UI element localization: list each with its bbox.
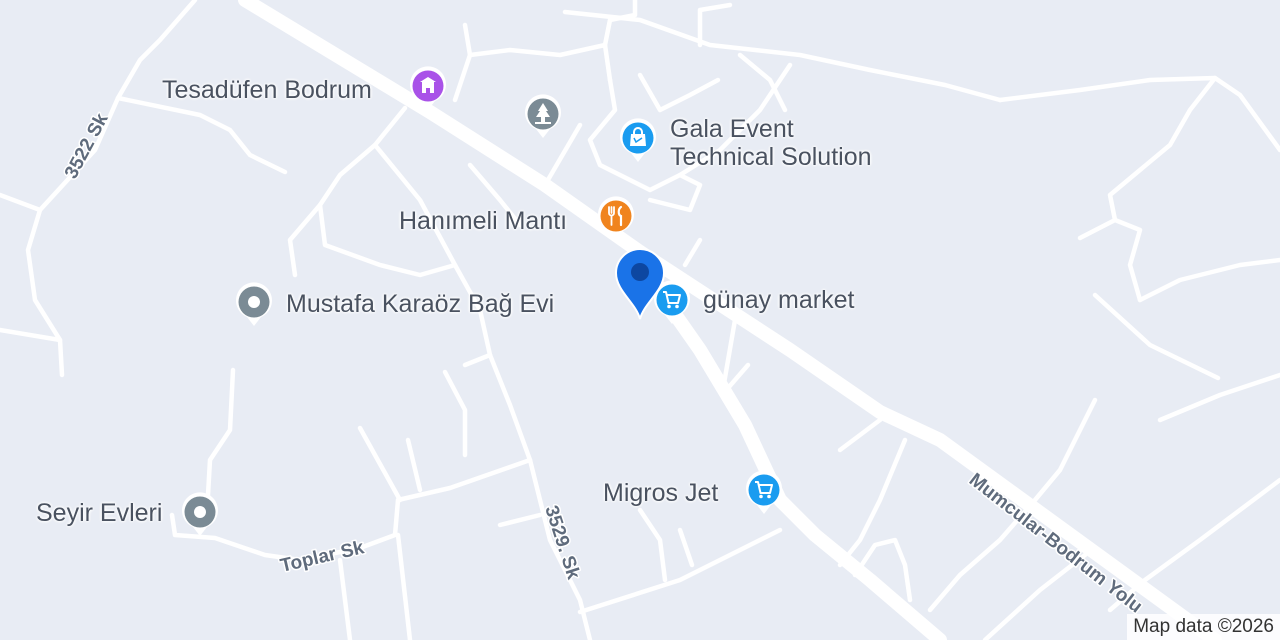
minor-road <box>997 75 1280 153</box>
minor-road <box>442 369 468 458</box>
minor-road <box>0 327 63 343</box>
poi-label-gala-line2[interactable]: Technical Solution <box>670 143 872 171</box>
minor-road <box>287 105 408 278</box>
minor-road <box>0 192 43 213</box>
tree-icon <box>525 94 561 138</box>
minor-road <box>1092 292 1221 381</box>
minor-road <box>697 2 733 48</box>
minor-road <box>602 0 638 48</box>
poi-label-gunay[interactable]: günay market <box>703 286 854 314</box>
minor-road <box>1107 477 1280 613</box>
minor-road <box>682 237 703 268</box>
minor-road <box>337 557 353 640</box>
poi-label-mustafa[interactable]: Mustafa Karaöz Bağ Evi <box>286 290 554 318</box>
poi-marker-seyir[interactable] <box>180 490 220 538</box>
poi-marker-tesadufen[interactable] <box>408 64 448 112</box>
minor-road <box>357 425 403 503</box>
minor-road <box>647 172 703 213</box>
minor-road <box>1112 217 1143 303</box>
poi-label-seyir[interactable]: Seyir Evleri <box>36 499 162 527</box>
minor-road <box>395 532 413 640</box>
shrine-icon <box>410 66 446 110</box>
shopping-cart-icon <box>746 470 782 514</box>
minor-road <box>452 52 473 103</box>
minor-road <box>25 0 198 378</box>
minor-road <box>205 367 236 498</box>
minor-road <box>405 437 423 493</box>
shopping-bag-icon <box>620 118 656 162</box>
minor-road <box>1157 372 1280 423</box>
minor-road <box>837 417 883 453</box>
minor-road <box>637 72 721 113</box>
minor-road <box>677 527 695 568</box>
poi-label-hanimeli[interactable]: Hanımeli Mantı <box>399 207 567 235</box>
street-label-3522: 3522 Sk <box>61 110 113 183</box>
minor-road <box>462 22 613 83</box>
map-attribution: Map data ©2026 <box>1127 614 1280 640</box>
place-dot-icon <box>236 282 272 326</box>
minor-road <box>462 352 493 368</box>
map-canvas[interactable]: 3522 Sk 3529. Sk Toplar Sk Mumcular-Bodr… <box>0 0 1280 640</box>
minor-road <box>577 527 783 615</box>
street-label-toplar: Toplar Sk <box>278 537 366 577</box>
location-pin[interactable] <box>612 245 668 321</box>
minor-road <box>1137 257 1280 303</box>
place-dot-icon <box>182 492 218 536</box>
minor-road <box>1077 75 1218 241</box>
poi-marker-migros[interactable] <box>744 468 784 516</box>
poi-marker-park[interactable] <box>523 92 563 140</box>
map-pin-icon <box>614 248 666 320</box>
poi-marker-mustafa[interactable] <box>234 280 274 328</box>
poi-marker-hanimeli[interactable] <box>596 194 636 242</box>
minor-road <box>562 9 1003 103</box>
minor-road <box>637 507 668 583</box>
minor-road <box>719 317 751 398</box>
poi-marker-gala[interactable] <box>618 116 658 164</box>
poi-label-tesadufen[interactable]: Tesadüfen Bodrum <box>162 76 372 104</box>
minor-road <box>115 95 288 175</box>
fork-knife-icon <box>598 196 634 240</box>
poi-label-gala-line1[interactable]: Gala Event <box>670 115 794 143</box>
poi-label-migros[interactable]: Migros Jet <box>603 479 718 507</box>
minor-road <box>497 512 543 528</box>
street-label-3529: 3529. Sk <box>540 503 584 582</box>
street-label-mumcular: Mumcular-Bodrum Yolu <box>965 469 1146 617</box>
